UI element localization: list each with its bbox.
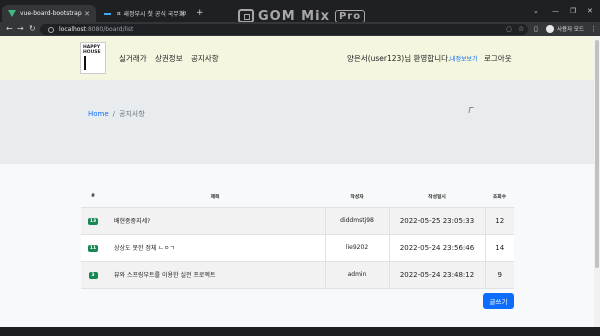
back-icon[interactable]: ← [6,24,13,33]
col-title: 제목 [105,187,325,208]
col-number: # [81,187,105,208]
address-path: :8080/board/list [85,26,134,33]
logo-text: HAPPY HOUSE [83,45,101,55]
breadcrumb: Home / 공지사항 [88,109,145,119]
page-header: Home / 공지사항 [0,80,600,164]
breadcrumb-current: 공지사항 [119,110,145,118]
col-writer: 작성자 [325,187,389,208]
row-writer: admin [324,261,389,289]
mypage-link[interactable]: 내정보보기 [450,54,478,63]
reload-icon[interactable]: ↻ [29,24,36,33]
welcome-message: 양은서(user123)님 환영합니다. [347,54,451,63]
row-hits: 9 [484,261,514,289]
vue-icon [8,10,16,17]
page-scrollbar[interactable] [594,36,600,336]
chevron-down-icon[interactable]: ⌄ [533,7,539,15]
tab-title: ㅍ 새정부시 첫 공식 국무회의 [116,11,186,18]
row-writer: lie9202 [324,234,389,262]
new-tab-button[interactable]: + [196,8,204,18]
close-window-icon[interactable]: ✕ [587,7,593,15]
row-title[interactable]: 상상도 못한 정체 ㄴㅇㄱ [105,234,325,262]
maximize-icon[interactable]: ❐ [570,7,576,15]
write-button[interactable]: 글쓰기 [483,293,514,309]
breadcrumb-separator: / [112,110,116,118]
row-number: 11 [81,234,105,262]
menu-icon[interactable]: ⋮ [590,25,597,33]
col-date: 작성일시 [389,187,485,208]
logo-bar [84,56,86,70]
nav-link-realtrade[interactable]: 실거래가 [119,53,147,64]
happy-house-logo[interactable]: HAPPY HOUSE [80,42,106,74]
tab-news[interactable]: ㅍ 새정부시 첫 공식 국무회의 ✕ [98,5,192,22]
avatar [546,25,554,33]
number-badge: 13 [87,217,99,225]
nav-link-commercial[interactable]: 상권정보 [155,53,183,64]
tab-title: vue-board-bootstrap [20,10,82,17]
number-badge: 11 [87,244,99,252]
close-icon[interactable]: ✕ [84,10,90,18]
row-date: 2022-05-25 23:05:33 [388,207,485,235]
notice-table: # 제목 작성자 작성일시 조회수 13 배현중중지세? diddmstj98 … [81,187,514,289]
row-hits: 14 [484,234,514,262]
row-hits: 12 [484,207,514,235]
tab-vue-board[interactable]: vue-board-bootstrap ✕ [2,5,96,22]
table-header-row: # 제목 작성자 작성일시 조회수 [81,187,514,208]
profile-button[interactable]: 사용자 모드 [546,24,584,34]
table-row[interactable]: 3 뷰와 스프링부트를 이용한 실전 프로젝트 admin 2022-05-24… [81,261,514,289]
nav-link-notice[interactable]: 공지사항 [191,53,219,64]
row-title[interactable]: 배현중중지세? [105,207,325,235]
mouse-cursor-icon [468,107,474,113]
minimize-icon[interactable]: — [552,7,559,15]
table-row[interactable]: 13 배현중중지세? diddmstj98 2022-05-25 23:05:3… [81,207,514,235]
star-icon[interactable]: ☆ [518,25,524,33]
row-date: 2022-05-24 23:56:46 [388,234,485,262]
row-writer: diddmstj98 [324,207,389,235]
gom-logo-icon [238,9,254,23]
row-date: 2022-05-24 23:48:12 [388,261,485,289]
forward-icon[interactable]: → [17,24,24,33]
row-number: 13 [81,207,105,235]
watermark-edition: Pro [334,9,366,23]
address-bar[interactable]: localhost:8080/board/list [40,24,528,35]
web-page: HAPPY HOUSE 실거래가 상권정보 공지사항 양은서(user123)님… [0,36,600,336]
eye-off-icon[interactable]: ◌ [506,25,512,33]
scrollbar-thumb[interactable] [595,40,599,268]
table-row[interactable]: 11 상상도 못한 정체 ㄴㅇㄱ lie9202 2022-05-24 23:5… [81,234,514,262]
site-navbar: HAPPY HOUSE 실거래가 상권정보 공지사항 양은서(user123)님… [0,36,600,80]
info-icon[interactable] [48,26,54,33]
number-badge: 3 [88,271,98,279]
col-hits: 조회수 [485,187,514,208]
breadcrumb-home[interactable]: Home [88,110,109,118]
tab-strip: vue-board-bootstrap ✕ ㅍ 새정부시 첫 공식 국무회의 ✕… [0,0,600,24]
row-number: 3 [81,261,105,289]
close-icon[interactable]: ✕ [180,10,186,18]
browser-window: vue-board-bootstrap ✕ ㅍ 새정부시 첫 공식 국무회의 ✕… [0,0,600,336]
browser-toolbar: ← → ↻ localhost:8080/board/list ◌ ☆ ▯ ⋮ [0,22,600,36]
logout-link[interactable]: 로그아웃 [484,53,512,64]
profile-name: 사용자 모드 [557,27,585,33]
news-icon [104,12,111,15]
address-host: localhost [59,26,86,33]
bottom-border [0,327,600,336]
sidebar-icon[interactable]: ▯ [534,25,538,33]
row-title[interactable]: 뷰와 스프링부트를 이용한 실전 프로젝트 [105,261,325,289]
